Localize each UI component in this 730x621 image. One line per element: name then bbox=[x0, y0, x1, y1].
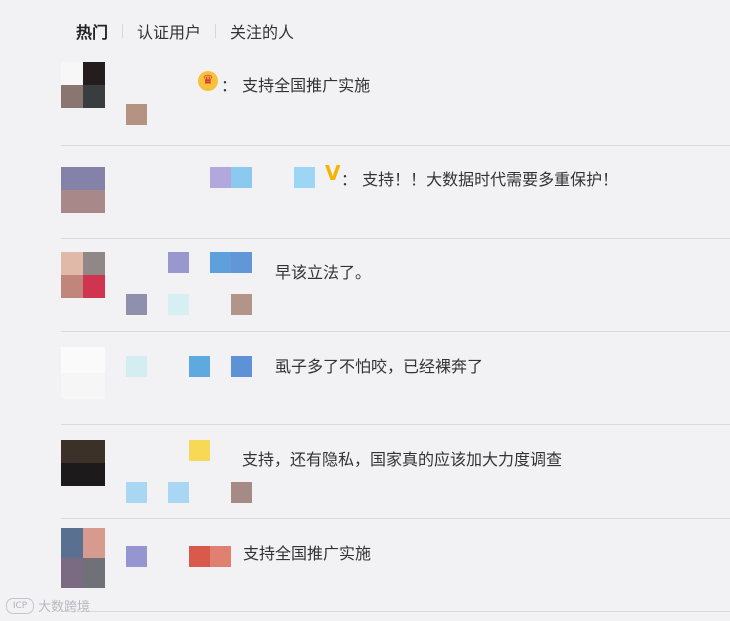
comment-text: ： 支持全国推广实施 bbox=[221, 76, 371, 95]
avatar[interactable] bbox=[61, 167, 105, 213]
username-redacted[interactable] bbox=[231, 482, 252, 503]
username-redacted[interactable] bbox=[231, 167, 252, 188]
vip-badge-icon: V bbox=[325, 161, 341, 185]
watermark-text: 大数跨境 bbox=[38, 600, 91, 615]
username-redacted[interactable] bbox=[189, 356, 210, 377]
tab-hot[interactable]: 热门 bbox=[76, 19, 108, 43]
avatar[interactable] bbox=[61, 62, 105, 108]
username-redacted[interactable] bbox=[294, 167, 315, 188]
avatar[interactable] bbox=[61, 528, 105, 588]
tab-divider bbox=[122, 24, 124, 38]
comment-text: 早该立法了。 bbox=[275, 263, 372, 282]
comment-item: 虱子多了不怕咬，已经裸奔了 bbox=[61, 331, 730, 425]
watermark: ICP 大数跨境 bbox=[6, 596, 90, 615]
username-redacted[interactable] bbox=[168, 482, 189, 503]
username-redacted[interactable] bbox=[168, 294, 189, 315]
comment-item: ♛ ： 支持全国推广实施 bbox=[61, 62, 730, 146]
crown-badge-icon: ♛ bbox=[198, 71, 218, 91]
username-redacted[interactable] bbox=[189, 546, 210, 567]
username-redacted[interactable] bbox=[126, 356, 147, 377]
comment-filter-tabs: 热门 认证用户 关注的人 bbox=[76, 18, 294, 44]
comment-item: 支持全国推广实施 bbox=[61, 518, 730, 612]
avatar[interactable] bbox=[61, 440, 105, 486]
avatar[interactable] bbox=[61, 347, 105, 399]
comment-text: 虱子多了不怕咬，已经裸奔了 bbox=[275, 357, 484, 376]
username-redacted[interactable] bbox=[189, 440, 210, 461]
comment-text: 支持，还有隐私，国家真的应该加大力度调查 bbox=[242, 450, 563, 469]
username-redacted[interactable] bbox=[210, 167, 231, 188]
username-redacted[interactable] bbox=[126, 104, 147, 125]
username-redacted[interactable] bbox=[126, 294, 147, 315]
username-redacted[interactable] bbox=[231, 294, 252, 315]
username-redacted[interactable] bbox=[210, 252, 231, 273]
comment-text: 支持全国推广实施 bbox=[243, 544, 372, 563]
comment-text: ： 支持！！大数据时代需要多重保护！ bbox=[341, 170, 619, 189]
tab-divider bbox=[215, 24, 217, 38]
username-redacted[interactable] bbox=[231, 356, 252, 377]
tab-following[interactable]: 关注的人 bbox=[230, 19, 294, 43]
avatar[interactable] bbox=[61, 252, 105, 298]
username-redacted[interactable] bbox=[126, 546, 147, 567]
watermark-logo-icon: ICP bbox=[6, 597, 34, 614]
username-redacted[interactable] bbox=[168, 252, 189, 273]
username-redacted[interactable] bbox=[126, 482, 147, 503]
comment-item: 支持，还有隐私，国家真的应该加大力度调查 bbox=[61, 424, 730, 519]
comment-item: V ： 支持！！大数据时代需要多重保护！ bbox=[61, 145, 730, 239]
tab-verified-users[interactable]: 认证用户 bbox=[137, 19, 201, 43]
username-redacted[interactable] bbox=[210, 546, 231, 567]
comment-item: 早该立法了。 bbox=[61, 238, 730, 332]
username-redacted[interactable] bbox=[231, 252, 252, 273]
